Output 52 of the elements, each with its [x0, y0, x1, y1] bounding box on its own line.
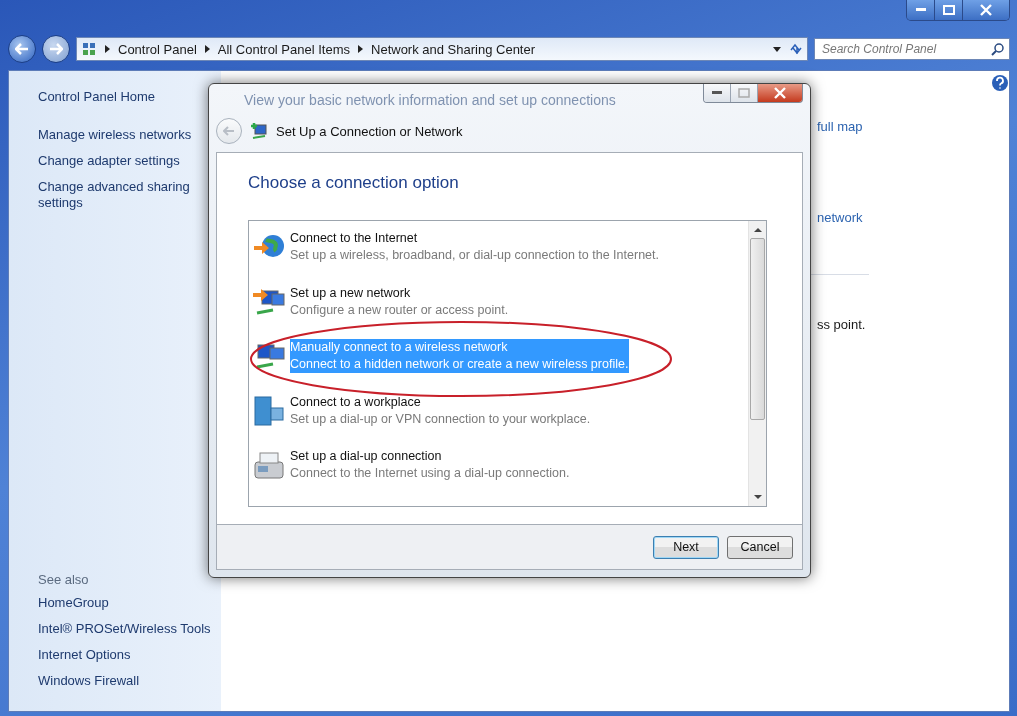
refresh-icon[interactable] — [789, 42, 803, 56]
scroll-up-icon[interactable] — [753, 225, 762, 235]
link[interactable]: network — [817, 210, 863, 225]
connection-option[interactable]: Set up a dial-up connection Connect to the Internet using a dial-up connection. — [290, 448, 571, 482]
dropdown-icon[interactable] — [773, 46, 781, 52]
breadcrumb[interactable]: Network and Sharing Center — [371, 41, 536, 57]
minimize-button[interactable] — [907, 0, 934, 20]
back-button[interactable] — [8, 35, 36, 63]
scrollbar[interactable] — [748, 221, 766, 506]
chevron-icon — [358, 45, 363, 53]
dialog-title: Set Up a Connection or Network — [276, 123, 463, 139]
see-also-link[interactable]: HomeGroup — [38, 595, 221, 611]
dialog-button[interactable]: Cancel — [727, 535, 793, 559]
building-icon — [252, 393, 286, 428]
see-also-heading: See also — [38, 572, 90, 587]
connection-option[interactable]: Connect to a workplace Set up a dial-up or VPN connection to your workplace. — [290, 393, 592, 428]
search-icon[interactable] — [991, 42, 1004, 56]
minimize-icon — [915, 8, 926, 12]
forward-button[interactable] — [42, 35, 70, 63]
sidebar-link[interactable]: Change advanced sharing settings — [38, 179, 198, 211]
maximize-button[interactable] — [934, 0, 962, 20]
description-text: ss point. — [817, 317, 866, 332]
background-heading: View your basic network information and set up connections — [244, 92, 616, 108]
breadcrumb[interactable]: All Control Panel Items — [217, 41, 350, 57]
chevron-icon — [105, 45, 110, 53]
search-field[interactable]: Search Control Panel — [814, 38, 1010, 60]
chevron-icon — [204, 45, 210, 53]
minimize-icon — [712, 91, 722, 95]
link[interactable]: full map — [817, 119, 863, 134]
see-also-link[interactable]: Windows Firewall — [38, 673, 221, 689]
breadcrumb[interactable]: Control Panel — [118, 41, 197, 57]
dialog-button[interactable]: Next — [653, 535, 719, 559]
arrow-left-icon — [223, 126, 235, 136]
close-button[interactable] — [962, 0, 1009, 20]
see-also-link[interactable]: Intel® PROSet/Wireless Tools — [38, 621, 221, 637]
close-icon — [980, 4, 992, 16]
page-heading: Choose a connection option — [248, 173, 460, 193]
control-panel-icon — [81, 41, 97, 57]
minimize-button[interactable] — [704, 84, 730, 102]
arrow-left-icon — [15, 43, 29, 55]
network-icon — [250, 122, 268, 140]
scroll-down-icon[interactable] — [753, 492, 762, 502]
see-also-link[interactable]: Internet Options — [38, 647, 221, 663]
close-button[interactable] — [757, 84, 802, 102]
help-icon[interactable] — [992, 75, 1008, 91]
close-icon — [774, 87, 786, 99]
arrow-right-icon — [49, 43, 63, 55]
maximize-icon — [942, 5, 955, 15]
connection-option[interactable]: Connect to the Internet Set up a wireless, broadband, or dial-up connection to the Internet. — [290, 230, 660, 264]
address-bar[interactable]: Control Panel All Control Panel Items Network and Sharing Center — [76, 37, 808, 61]
maximize-icon — [738, 88, 750, 98]
connection-option[interactable]: Set up a new network Configure a new router or access point. — [290, 284, 510, 319]
